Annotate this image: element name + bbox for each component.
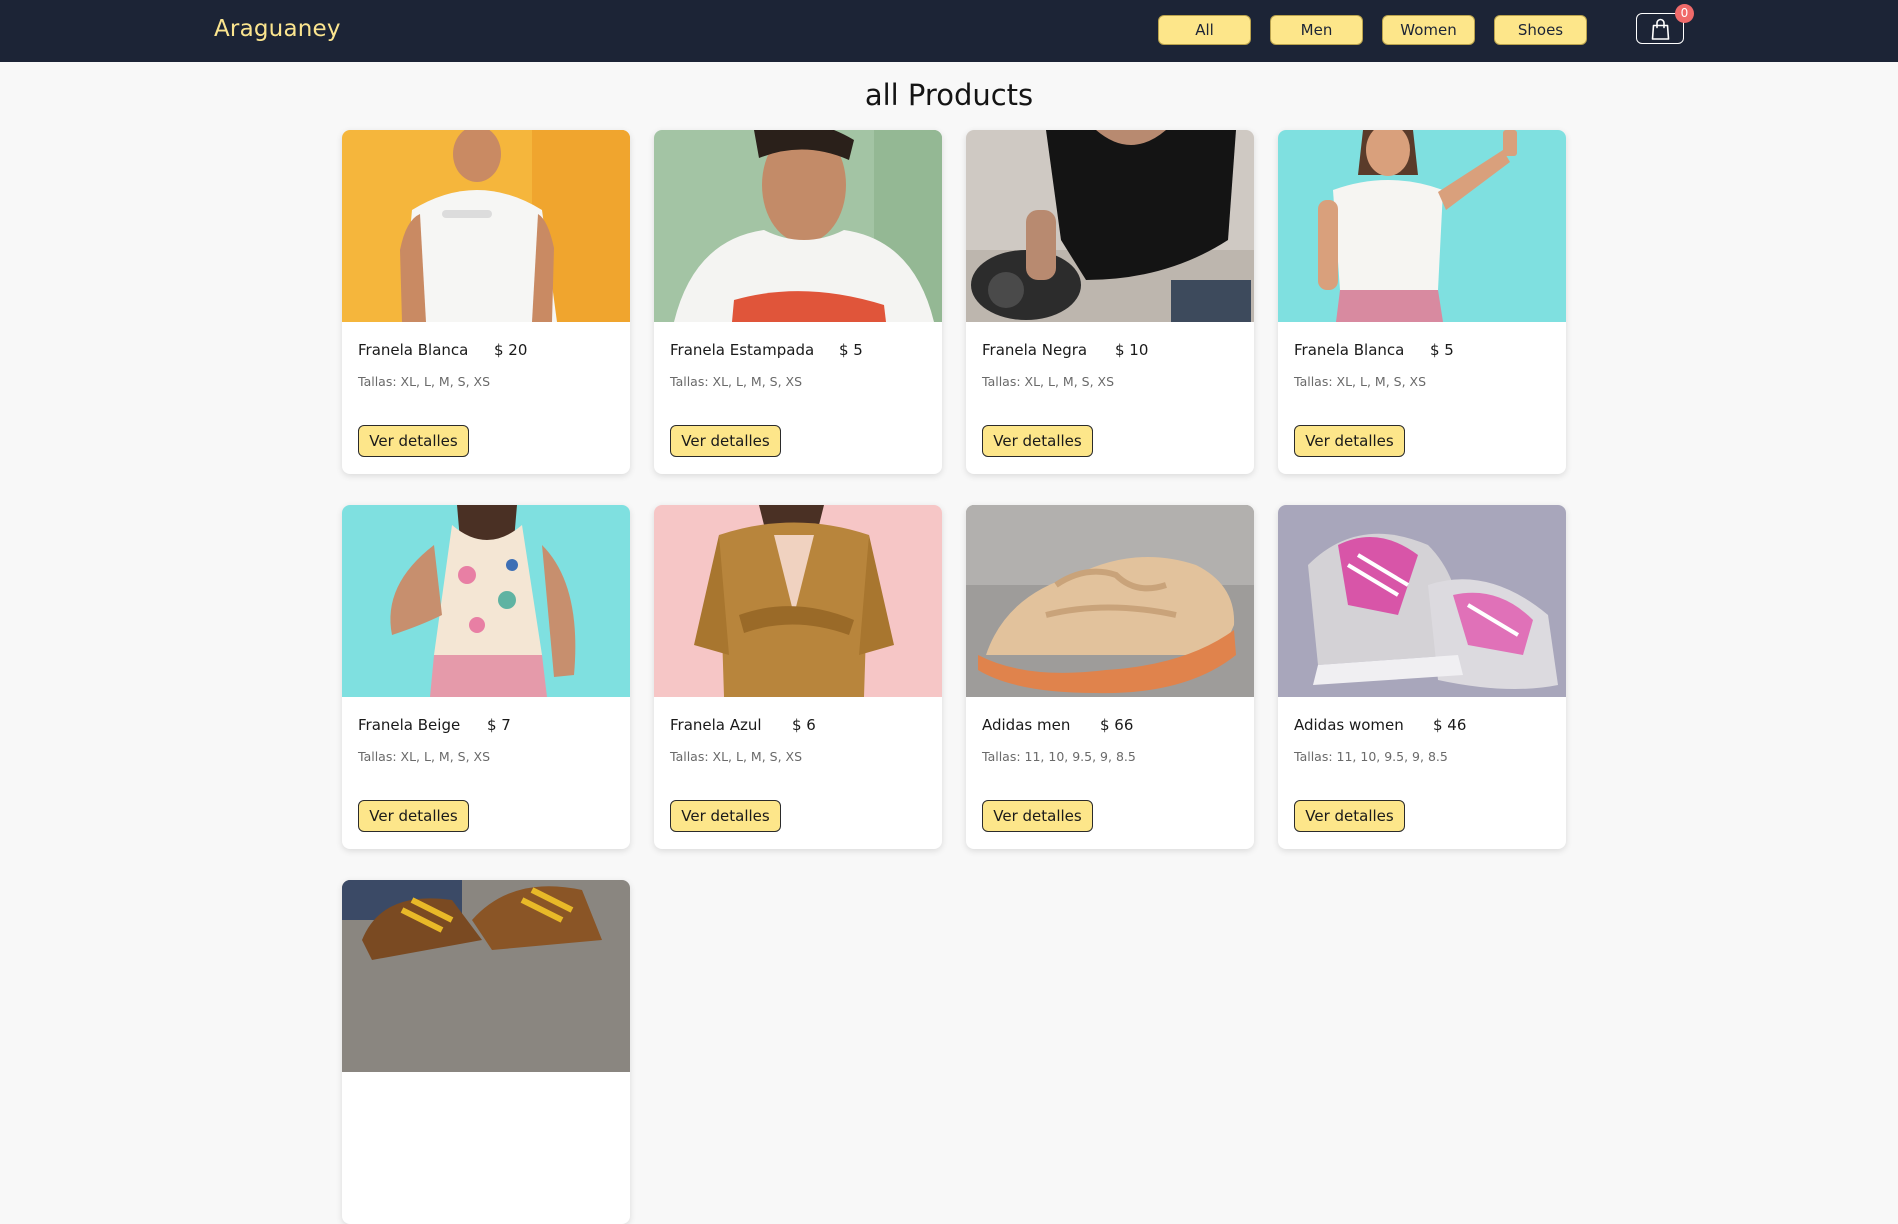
- product-card: [342, 880, 630, 1224]
- product-image[interactable]: [342, 130, 630, 322]
- product-card: Franela Blanca $ 5 Tallas: XL, L, M, S, …: [1278, 130, 1566, 474]
- navbar: Araguaney All Men Women Shoes 0: [0, 0, 1898, 62]
- shopping-bag-icon: [1651, 18, 1670, 40]
- product-card: Franela Azul $ 6 Tallas: XL, L, M, S, XS…: [654, 505, 942, 849]
- product-sizes: Tallas: XL, L, M, S, XS: [670, 374, 803, 389]
- product-name: Adidas men: [982, 716, 1071, 734]
- product-sizes: Tallas: 11, 10, 9.5, 9, 8.5: [982, 749, 1136, 764]
- view-details-button[interactable]: Ver detalles: [982, 425, 1093, 457]
- product-name: Adidas women: [1294, 716, 1404, 734]
- product-card: Franela Estampada $ 5 Tallas: XL, L, M, …: [654, 130, 942, 474]
- product-sizes: Tallas: XL, L, M, S, XS: [670, 749, 803, 764]
- product-name: Franela Estampada: [670, 341, 815, 359]
- product-image[interactable]: [966, 130, 1254, 322]
- product-image[interactable]: [1278, 130, 1566, 322]
- product-image[interactable]: [1278, 505, 1566, 697]
- product-price: $ 5: [1430, 341, 1454, 359]
- product-name: Franela Blanca: [1294, 341, 1405, 359]
- brand-logo[interactable]: Araguaney: [214, 16, 341, 42]
- product-image[interactable]: [654, 505, 942, 697]
- view-details-button[interactable]: Ver detalles: [1294, 800, 1405, 832]
- filter-women-button[interactable]: Women: [1382, 15, 1475, 45]
- product-name: Franela Beige: [358, 716, 461, 734]
- product-name: Franela Azul: [670, 716, 762, 734]
- product-sizes: Tallas: XL, L, M, S, XS: [358, 374, 491, 389]
- product-card: Franela Negra $ 10 Tallas: XL, L, M, S, …: [966, 130, 1254, 474]
- view-details-button[interactable]: Ver detalles: [670, 800, 781, 832]
- product-price: $ 6: [792, 716, 816, 734]
- view-details-button[interactable]: Ver detalles: [358, 800, 469, 832]
- product-sizes: Tallas: XL, L, M, S, XS: [982, 374, 1115, 389]
- page-title: all Products: [864, 78, 1034, 112]
- product-image[interactable]: [342, 505, 630, 697]
- product-price: $ 20: [494, 341, 528, 359]
- product-image[interactable]: [654, 130, 942, 322]
- product-price: $ 7: [487, 716, 511, 734]
- product-sizes: Tallas: XL, L, M, S, XS: [1294, 374, 1427, 389]
- view-details-button[interactable]: Ver detalles: [358, 425, 469, 457]
- product-image[interactable]: [966, 505, 1254, 697]
- product-price: $ 5: [839, 341, 863, 359]
- product-price: $ 46: [1433, 716, 1467, 734]
- product-card: Adidas men $ 66 Tallas: 11, 10, 9.5, 9, …: [966, 505, 1254, 849]
- product-sizes: Tallas: XL, L, M, S, XS: [358, 749, 491, 764]
- product-price: $ 10: [1115, 341, 1149, 359]
- product-name: Franela Blanca: [358, 341, 469, 359]
- product-card: Franela Blanca $ 20 Tallas: XL, L, M, S,…: [342, 130, 630, 474]
- product-name: Franela Negra: [982, 341, 1088, 359]
- product-price: $ 66: [1100, 716, 1134, 734]
- product-image[interactable]: [342, 880, 630, 1072]
- product-card: Adidas women $ 46 Tallas: 11, 10, 9.5, 9…: [1278, 505, 1566, 849]
- filter-shoes-button[interactable]: Shoes: [1494, 15, 1587, 45]
- view-details-button[interactable]: Ver detalles: [1294, 425, 1405, 457]
- product-card: Franela Beige $ 7 Tallas: XL, L, M, S, X…: [342, 505, 630, 849]
- view-details-button[interactable]: Ver detalles: [982, 800, 1093, 832]
- filter-all-button[interactable]: All: [1158, 15, 1251, 45]
- product-sizes: Tallas: 11, 10, 9.5, 9, 8.5: [1294, 749, 1448, 764]
- cart-count-badge: 0: [1675, 4, 1694, 23]
- filter-men-button[interactable]: Men: [1270, 15, 1363, 45]
- view-details-button[interactable]: Ver detalles: [670, 425, 781, 457]
